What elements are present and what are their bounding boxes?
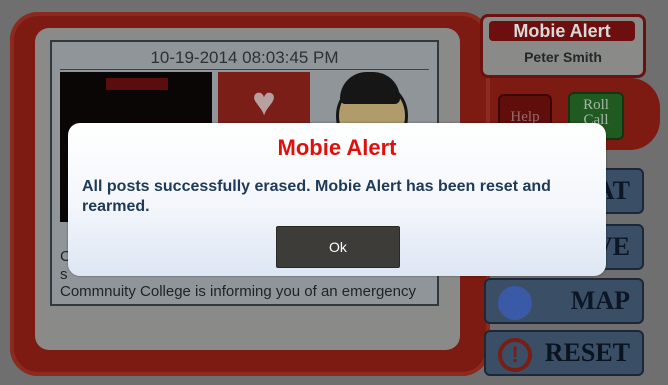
feed-partial-line-2: s xyxy=(60,266,68,283)
dialog-message: All posts successfully erased. Mobie Ale… xyxy=(82,178,551,215)
app-title: Mobie Alert xyxy=(489,21,635,41)
feed-timestamp: 10-19-2014 08:03:45 PM xyxy=(150,48,339,67)
reset-button-label: RESET xyxy=(544,338,630,367)
ok-button[interactable]: Ok xyxy=(276,226,400,268)
header-card: Mobie Alert Peter Smith xyxy=(480,14,646,78)
avatar-hair xyxy=(340,72,400,104)
map-button[interactable]: MAP xyxy=(484,278,644,324)
reset-button[interactable]: ! RESET xyxy=(484,330,644,376)
dialog-title: Mobie Alert xyxy=(277,135,397,160)
reset-icon: ! xyxy=(498,338,532,372)
heart-pulse-icon: ♥ xyxy=(252,80,276,124)
feed-divider xyxy=(60,69,429,70)
user-name: Peter Smith xyxy=(524,49,602,65)
feed-message: Commnuity College is informing you of an… xyxy=(60,283,416,300)
video-redbar xyxy=(106,78,168,90)
globe-icon xyxy=(498,286,532,320)
map-button-label: MAP xyxy=(570,286,630,315)
alert-dialog: Mobie Alert All posts successfully erase… xyxy=(68,123,606,276)
